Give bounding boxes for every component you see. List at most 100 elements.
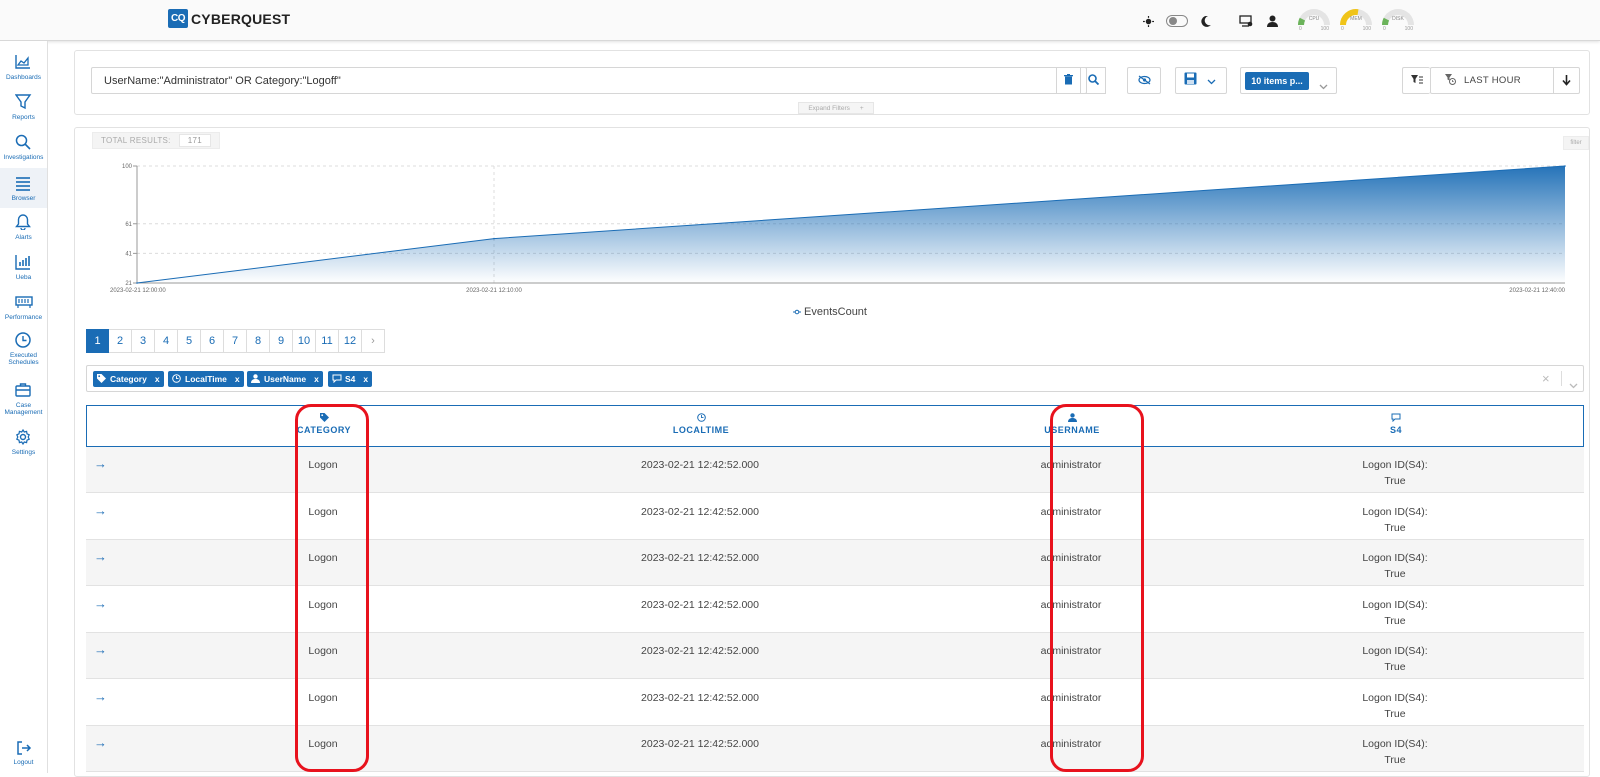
expand-row-arrow-icon[interactable]: →: [94, 549, 107, 564]
table-row[interactable]: → Logon 2023-02-21 12:42:52.000 administrat…: [86, 633, 1584, 679]
table-header: CATEGORY LOCALTIME USERNAME S4: [86, 405, 1584, 447]
divider: [1561, 371, 1562, 386]
total-results-value: 171: [178, 134, 211, 147]
expand-row-arrow-icon[interactable]: →: [94, 642, 107, 657]
bar-chart-icon: [14, 254, 33, 274]
chevron-down-icon[interactable]: [1569, 376, 1578, 394]
next-page-button[interactable]: ›: [362, 329, 385, 353]
app-logo[interactable]: CQ CYBERQUEST: [168, 9, 290, 28]
remove-chip-button[interactable]: x: [314, 374, 319, 384]
column-header-username[interactable]: USERNAME: [1037, 413, 1107, 435]
column-header-localtime[interactable]: LOCALTIME: [661, 413, 741, 435]
page-1-button[interactable]: 1: [86, 329, 109, 353]
cell-category: Logon: [308, 738, 338, 750]
items-per-page-value: 10 items p...: [1245, 72, 1309, 90]
column-header-s4[interactable]: S4: [1376, 413, 1416, 435]
sidebar-item-settings[interactable]: Settings: [0, 422, 47, 462]
column-header-category[interactable]: CATEGORY: [294, 413, 354, 435]
cell-category: Logon: [308, 505, 338, 518]
cell-username: administrator: [1040, 552, 1102, 564]
remove-chip-button[interactable]: x: [155, 374, 160, 384]
sidebar-item-ueba[interactable]: Ueba: [0, 247, 47, 287]
table-row[interactable]: → Logon 2023-02-21 12:42:52.000 administrat…: [86, 587, 1584, 633]
table-row[interactable]: → Logon 2023-02-21 12:42:52.000 administrat…: [86, 494, 1584, 540]
column-chip-s4[interactable]: S4 x: [328, 371, 373, 387]
page-11-button[interactable]: 11: [316, 329, 339, 353]
cell-s4: Logon ID(S4): True: [1345, 736, 1445, 768]
user-icon[interactable]: [1264, 13, 1280, 29]
remove-chip-button[interactable]: x: [235, 374, 240, 384]
expand-row-arrow-icon[interactable]: →: [94, 689, 107, 704]
page-10-button[interactable]: 10: [293, 329, 316, 353]
visibility-toggle-button[interactable]: [1127, 67, 1161, 94]
sidebar-item-dashboards[interactable]: Dashboards: [0, 47, 47, 87]
pagination: 1 2 3 4 5 6 7 8 9 10 11 12 ›: [86, 329, 385, 353]
page-9-button[interactable]: 9: [270, 329, 293, 353]
eye-slash-icon: [1137, 72, 1151, 90]
expand-row-arrow-icon[interactable]: →: [94, 456, 107, 471]
gauge-label: CPU: [1308, 16, 1320, 22]
save-query-button[interactable]: [1175, 67, 1227, 94]
table-row[interactable]: → Logon 2023-02-21 12:42:52.000 administrat…: [86, 540, 1584, 586]
expand-row-arrow-icon[interactable]: →: [94, 596, 107, 611]
clear-search-button[interactable]: [1056, 67, 1081, 94]
expand-row-arrow-icon[interactable]: →: [94, 735, 107, 750]
sidebar-item-executed-schedules[interactable]: Executed Schedules: [0, 329, 47, 369]
cell-localtime: 2023-02-21 12:42:52.000: [641, 598, 759, 611]
sidebar-item-investigations[interactable]: Investigations: [0, 127, 47, 167]
cell-s4-line2: True: [1384, 614, 1406, 627]
items-per-page-select[interactable]: 10 items p...: [1240, 67, 1337, 94]
clear-chips-button[interactable]: ×: [1542, 371, 1550, 386]
sidebar-item-label: Settings: [11, 448, 36, 456]
cell-s4: Logon ID(S4): True: [1345, 504, 1445, 536]
table-row[interactable]: → Logon 2023-02-21 12:42:52.000 administrat…: [86, 447, 1584, 493]
cell-s4-line1: Logon ID(S4):: [1362, 598, 1428, 611]
cell-s4-line2: True: [1384, 754, 1406, 766]
cell-s4-line1: Logon ID(S4):: [1362, 691, 1428, 704]
sidebar-item-logout[interactable]: Logout: [0, 733, 47, 773]
search-button[interactable]: [1081, 67, 1106, 94]
cell-s4-line2: True: [1384, 707, 1406, 720]
gauge-range: 0 100: [1341, 26, 1371, 32]
sidebar-item-browser[interactable]: Browser: [0, 168, 47, 208]
plus-icon: +: [859, 104, 864, 112]
page-7-button[interactable]: 7: [224, 329, 247, 353]
page-3-button[interactable]: 3: [132, 329, 155, 353]
sidebar-item-case-management[interactable]: Case Management: [0, 379, 47, 419]
column-chip-category[interactable]: Category x: [93, 371, 164, 387]
chart-filter-button[interactable]: filter: [1563, 136, 1589, 150]
column-chip-localtime[interactable]: LocalTime x: [168, 371, 244, 387]
sidebar-item-alarts[interactable]: Alarts: [0, 207, 47, 247]
sidebar-item-label: Performance: [4, 313, 43, 321]
cell-s4-line1: Logon ID(S4):: [1362, 552, 1428, 564]
page-12-button[interactable]: 12: [339, 329, 362, 353]
monitor-alert-icon[interactable]: [1238, 13, 1254, 29]
sidebar-item-performance[interactable]: Performance: [0, 287, 47, 327]
time-range-select[interactable]: LAST HOUR: [1430, 67, 1580, 94]
cell-username: administrator: [1040, 598, 1102, 611]
cell-s4-line1: Logon ID(S4):: [1362, 738, 1428, 750]
table-row[interactable]: → Logon 2023-02-21 12:42:52.000 administrat…: [86, 726, 1584, 772]
page-8-button[interactable]: 8: [247, 329, 270, 353]
moon-icon[interactable]: [1198, 13, 1214, 29]
download-arrow-icon[interactable]: [1553, 68, 1579, 93]
sun-icon[interactable]: [1140, 13, 1156, 29]
page-4-button[interactable]: 4: [155, 329, 178, 353]
remove-chip-button[interactable]: x: [363, 374, 368, 384]
column-chip-username[interactable]: UserName x: [247, 371, 323, 387]
clock-filter-icon: [1445, 72, 1456, 90]
expand-row-arrow-icon[interactable]: →: [94, 503, 107, 518]
search-icon: [1087, 72, 1099, 90]
table-row[interactable]: → Logon 2023-02-21 12:42:52.000 administrat…: [86, 680, 1584, 726]
page-2-button[interactable]: 2: [109, 329, 132, 353]
expand-filters-button[interactable]: Expand Filters +: [798, 102, 874, 114]
gauge-cpu: CPU 0 100: [1296, 9, 1332, 33]
page-5-button[interactable]: 5: [178, 329, 201, 353]
filter-settings-button[interactable]: [1402, 67, 1430, 94]
cell-username: administrator: [1040, 691, 1102, 704]
search-input[interactable]: UserName:"Administrator" OR Category:"Lo…: [91, 67, 1087, 94]
theme-toggle[interactable]: [1166, 15, 1188, 27]
sidebar-item-label: Executed Schedules: [8, 352, 39, 366]
page-6-button[interactable]: 6: [201, 329, 224, 353]
sidebar-item-reports[interactable]: Reports: [0, 87, 47, 127]
